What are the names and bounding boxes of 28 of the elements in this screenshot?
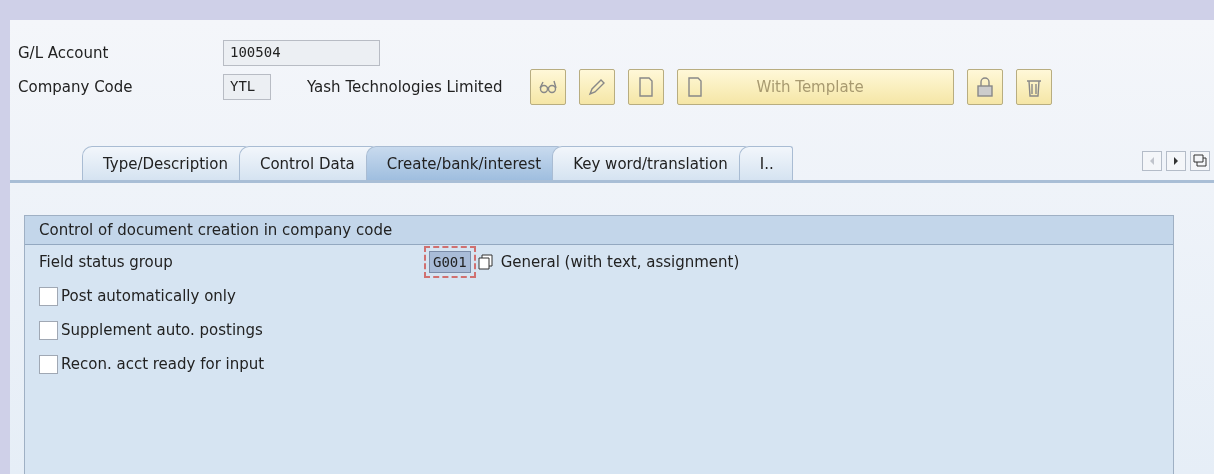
create-button[interactable] (628, 69, 665, 105)
checkbox-label: Supplement auto. postings (61, 321, 263, 339)
field-label: G/L Account (17, 44, 110, 62)
checkbox[interactable] (39, 320, 58, 340)
input-field[interactable]: 100504 (223, 40, 380, 66)
right-arrow-icon (1171, 156, 1181, 166)
company-name: Yash Technologies Limited (307, 78, 503, 96)
tab[interactable]: Type/Description (82, 146, 247, 180)
group-title: Control of document creation in company code (25, 216, 1173, 245)
checkbox-label: Post automatically only (61, 287, 236, 305)
tab[interactable]: Key word/translation (552, 146, 747, 180)
field-description: General (with text, assignment) (500, 253, 740, 271)
tab[interactable]: Control Data (238, 146, 374, 180)
field-label: Company Code (17, 78, 134, 96)
field-label: Field status group (39, 253, 174, 271)
delete-button[interactable] (1016, 69, 1053, 105)
value-help-icon[interactable] (476, 253, 495, 271)
input-field[interactable]: YTL (223, 74, 271, 100)
checkbox-label: Recon. acct ready for input (61, 355, 265, 373)
checkbox[interactable] (39, 286, 58, 306)
next-tab-button[interactable] (1166, 151, 1186, 171)
checkbox[interactable] (39, 354, 58, 374)
lock-button[interactable] (967, 69, 1004, 105)
edit-button[interactable] (579, 69, 616, 105)
list-tab-button[interactable] (1190, 151, 1210, 171)
list-icon (1193, 154, 1207, 168)
tab[interactable]: I.. (738, 146, 793, 180)
display-button[interactable] (530, 69, 567, 105)
